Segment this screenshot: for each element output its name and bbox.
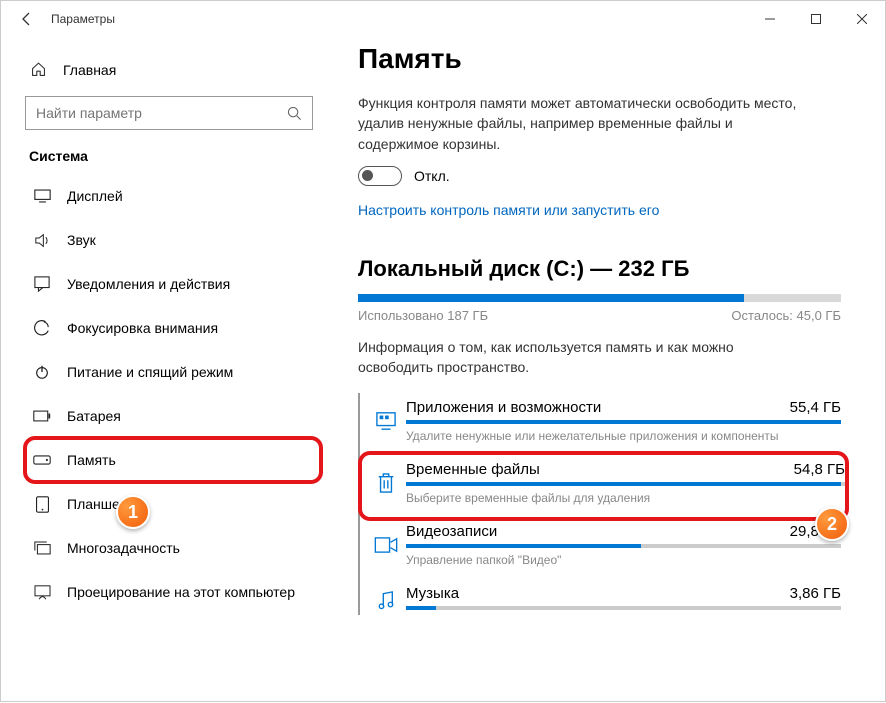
sidebar-item-storage[interactable]: Память — [25, 438, 321, 482]
window-title: Параметры — [51, 12, 115, 26]
category-desc: Выберите временные файлы для удаления — [406, 491, 845, 505]
used-label: Использовано 187 ГБ — [358, 308, 488, 323]
info-text: Информация о том, как используется памят… — [358, 337, 808, 378]
category-apps[interactable]: Приложения и возможности 55,4 ГБ Удалите … — [360, 393, 841, 455]
sidebar-item-power[interactable]: Питание и спящий режим — [25, 350, 321, 394]
storage-icon — [33, 455, 51, 465]
storage-categories: Приложения и возможности 55,4 ГБ Удалите … — [358, 393, 841, 615]
tablet-icon — [33, 496, 51, 513]
category-videos[interactable]: Видеозаписи29,8 ГБ Управление папкой "Ви… — [360, 517, 841, 579]
storage-sense-description: Функция контроля памяти может автоматиче… — [358, 93, 808, 154]
sidebar-item-multitasking[interactable]: Многозадачность — [25, 526, 321, 570]
page-title: Память — [358, 43, 841, 75]
maximize-button[interactable] — [793, 3, 839, 35]
apps-icon — [370, 411, 402, 431]
home-link[interactable]: Главная — [25, 55, 336, 96]
toggle-label: Откл. — [414, 168, 450, 184]
category-desc: Управление папкой "Видео" — [406, 553, 841, 567]
minimize-button[interactable] — [747, 3, 793, 35]
sidebar-item-label: Звук — [67, 232, 96, 248]
sidebar-item-label: Память — [67, 452, 116, 468]
power-icon — [33, 364, 51, 380]
sidebar-item-battery[interactable]: Батарея — [25, 394, 321, 438]
sidebar-item-notifications[interactable]: Уведомления и действия — [25, 262, 321, 306]
sound-icon — [33, 233, 51, 248]
sidebar-item-sound[interactable]: Звук — [25, 218, 321, 262]
sidebar-item-display[interactable]: Дисплей — [25, 174, 321, 218]
sidebar-item-label: Многозадачность — [67, 540, 180, 556]
sidebar-item-focus[interactable]: Фокусировка внимания — [25, 306, 321, 350]
category-music[interactable]: Музыка 3,86 ГБ — [360, 579, 841, 615]
callout-badge-1: 1 — [116, 495, 150, 529]
sidebar-item-label: Питание и спящий режим — [67, 364, 233, 380]
storage-sense-toggle-row: Откл. — [358, 166, 841, 186]
sidebar-item-label: Дисплей — [67, 188, 123, 204]
sidebar-item-tablet[interactable]: Планшет — [25, 482, 321, 526]
sidebar-item-projecting[interactable]: Проецирование на этот компьютер — [25, 570, 321, 614]
category-size: 55,4 ГБ — [790, 399, 841, 416]
home-icon — [29, 61, 47, 78]
sidebar-item-label: Проецирование на этот компьютер — [67, 584, 295, 600]
category-name: Временные файлы — [406, 461, 540, 478]
focus-icon — [33, 320, 51, 336]
usage-meta: Использовано 187 ГБ Осталось: 45,0 ГБ — [358, 308, 841, 323]
category-name: Приложения и возможности — [406, 399, 601, 416]
category-temp-files[interactable]: Временные файлы 54,8 ГБ Выберите временны… — [362, 455, 845, 517]
sidebar-item-label: Батарея — [67, 408, 121, 424]
section-title: Система — [25, 148, 336, 164]
titlebar: Параметры — [1, 1, 885, 37]
search-icon — [287, 106, 302, 121]
category-desc: Удалите ненужные или нежелательные прило… — [406, 429, 841, 443]
display-icon — [33, 189, 51, 203]
window-controls — [747, 3, 885, 35]
category-name: Музыка — [406, 585, 459, 602]
notifications-icon — [33, 276, 51, 292]
sidebar-item-label: Фокусировка внимания — [67, 320, 218, 336]
search-field[interactable] — [36, 105, 287, 121]
music-icon — [370, 590, 402, 610]
category-size: 3,86 ГБ — [790, 585, 841, 602]
category-size: 54,8 ГБ — [794, 461, 845, 478]
projecting-icon — [33, 585, 51, 600]
sidebar-item-label: Уведомления и действия — [67, 276, 230, 292]
main-content: Память Функция контроля памяти может авт… — [336, 37, 885, 703]
disk-heading: Локальный диск (C:) — 232 ГБ — [358, 256, 841, 282]
home-label: Главная — [63, 62, 116, 78]
close-button[interactable] — [839, 3, 885, 35]
configure-link[interactable]: Настроить контроль памяти или запустить … — [358, 202, 659, 218]
storage-sense-toggle[interactable] — [358, 166, 402, 186]
trash-icon — [370, 472, 402, 494]
search-input[interactable] — [25, 96, 313, 130]
usage-bar — [358, 294, 841, 302]
callout-badge-2: 2 — [815, 507, 849, 541]
category-name: Видеозаписи — [406, 523, 497, 540]
back-button[interactable] — [13, 5, 41, 33]
multitasking-icon — [33, 541, 51, 555]
free-label: Осталось: 45,0 ГБ — [731, 308, 841, 323]
video-icon — [370, 537, 402, 553]
sidebar: Главная Система Дисплей Звук Уведомления… — [1, 37, 336, 703]
battery-icon — [33, 410, 51, 422]
